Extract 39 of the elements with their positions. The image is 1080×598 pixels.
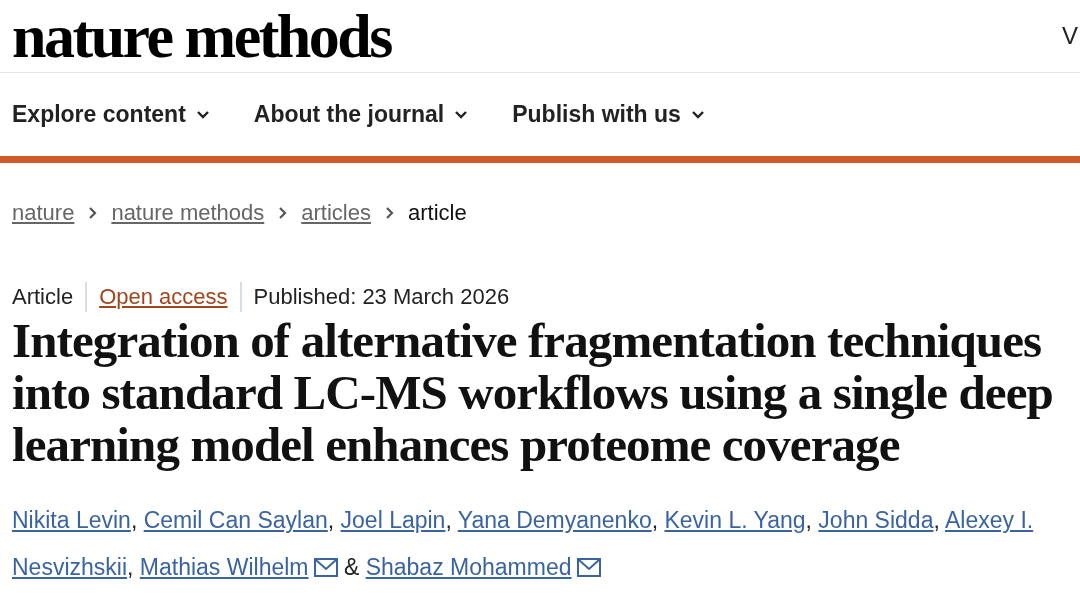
author-link[interactable]: Cemil Can Saylan bbox=[143, 507, 328, 533]
chevron-down-icon bbox=[454, 110, 469, 119]
breadcrumb-current: article bbox=[407, 200, 467, 226]
ampersand: & bbox=[343, 554, 360, 580]
author-link[interactable]: John Sidda bbox=[818, 507, 934, 533]
open-access-link[interactable]: Open access bbox=[99, 284, 228, 309]
nav-menu[interactable]: Publish with us bbox=[512, 101, 705, 128]
breadcrumb-link[interactable]: articles bbox=[301, 200, 371, 226]
publish-date: Published: 23 March 2026 bbox=[252, 284, 511, 310]
journal-logo[interactable]: nature methods bbox=[12, 5, 391, 67]
comma: , bbox=[130, 507, 138, 533]
comma: , bbox=[651, 507, 659, 533]
comma: , bbox=[805, 507, 812, 533]
envelope-icon[interactable] bbox=[576, 558, 601, 577]
comma: , bbox=[127, 554, 134, 580]
author-link[interactable]: Yana Demyanenko bbox=[457, 507, 652, 533]
envelope-icon[interactable] bbox=[313, 558, 338, 577]
author-link[interactable]: Mathias Wilhelm bbox=[139, 554, 309, 580]
author-link[interactable]: Kevin L. Yang bbox=[664, 507, 806, 533]
nav-menu[interactable]: Explore content bbox=[12, 101, 210, 128]
chevron-right-icon bbox=[384, 206, 394, 220]
author-link[interactable]: Joel Lapin bbox=[340, 507, 446, 533]
header-link[interactable]: V bbox=[1062, 22, 1078, 50]
chevron-right-icon bbox=[278, 206, 288, 220]
article-type: Article bbox=[12, 284, 75, 310]
author-link[interactable]: Nikita Levin bbox=[12, 507, 131, 533]
breadcrumb-link[interactable]: nature methods bbox=[111, 200, 265, 226]
comma: , bbox=[445, 507, 452, 533]
comma: , bbox=[933, 507, 940, 533]
author-link[interactable]: Shabaz Mohammed bbox=[365, 554, 572, 580]
chevron-down-icon bbox=[690, 110, 705, 119]
chevron-down-icon bbox=[195, 110, 210, 119]
article-title: Integration of alternative fragmentation techniques into standard LC-MS workflows using a single deep learning model enhances proteome coverage bbox=[11, 315, 1054, 471]
author-link[interactable]: Alexey I. bbox=[944, 507, 1034, 533]
comma: , bbox=[327, 507, 335, 533]
chevron-right-icon bbox=[88, 206, 98, 220]
breadcrumb-link[interactable]: nature bbox=[12, 200, 75, 226]
author-link[interactable]: Nesvizhskii bbox=[12, 554, 128, 580]
nav-menu[interactable]: About the journal bbox=[253, 101, 469, 128]
